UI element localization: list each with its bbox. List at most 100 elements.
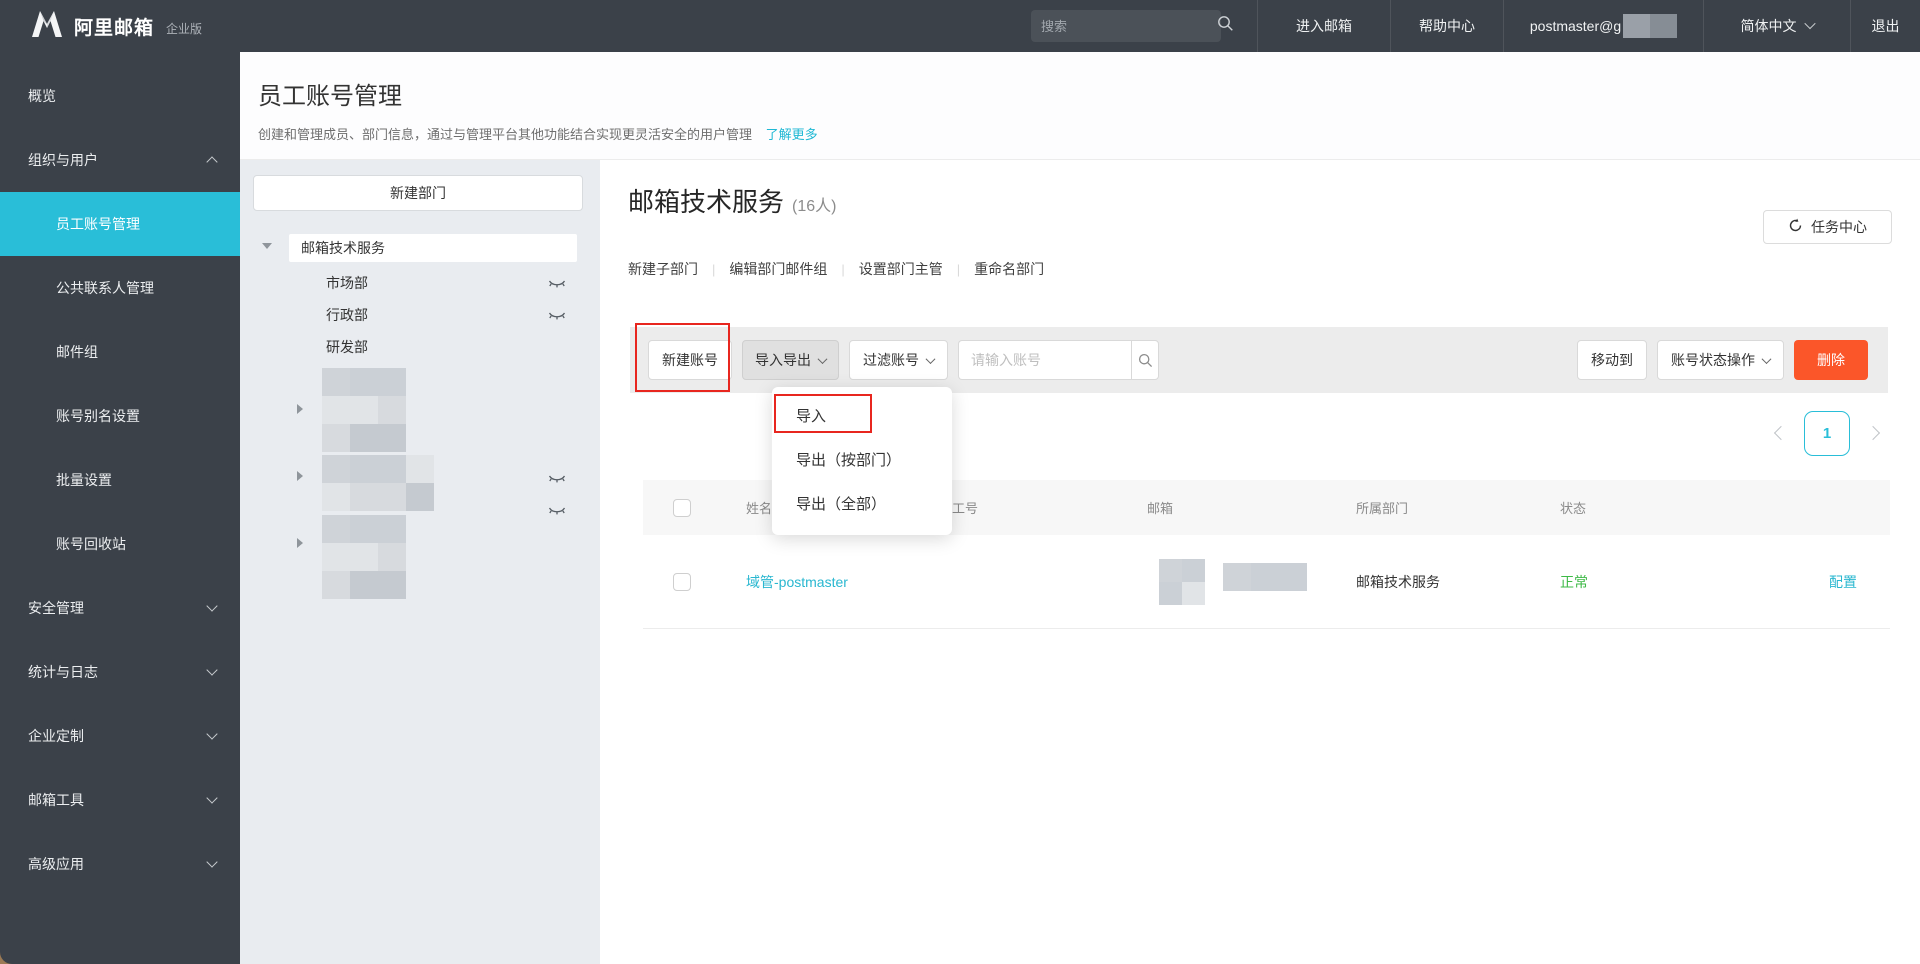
- account-status-ops-button[interactable]: 账号状态操作: [1657, 340, 1784, 380]
- sidebar-item-label: 企业定制: [28, 726, 84, 746]
- sidebar-group-security[interactable]: 安全管理: [0, 576, 240, 640]
- chevron-down-icon: [206, 600, 217, 611]
- hidden-eye-icon: [548, 472, 566, 483]
- sidebar-item-label: 邮箱工具: [28, 790, 84, 810]
- account-search-input[interactable]: [958, 340, 1131, 380]
- tree-collapsed-caret-icon[interactable]: [297, 538, 303, 548]
- chevron-down-icon: [926, 354, 936, 364]
- next-page-icon[interactable]: [1866, 426, 1880, 440]
- new-subdepartment-link[interactable]: 新建子部门: [628, 259, 698, 279]
- row-checkbox[interactable]: [673, 573, 691, 591]
- import-export-button[interactable]: 导入导出: [742, 340, 839, 380]
- new-account-button[interactable]: 新建账号: [648, 340, 732, 380]
- redacted-department-mosaic: [322, 515, 406, 599]
- hidden-eye-icon: [548, 309, 566, 320]
- delete-button[interactable]: 删除: [1794, 340, 1868, 380]
- account-toolbar: 新建账号 导入导出 过滤账号 移动到 账号状态操作: [630, 327, 1888, 393]
- current-page-button[interactable]: 1: [1804, 411, 1850, 456]
- toolbar-right-actions: 移动到 账号状态操作 删除: [1577, 340, 1868, 380]
- previous-page-icon[interactable]: [1774, 426, 1788, 440]
- filter-accounts-button[interactable]: 过滤账号: [849, 340, 948, 380]
- sidebar-group-mail-tools[interactable]: 邮箱工具: [0, 768, 240, 832]
- tree-department-admin[interactable]: 行政部: [326, 305, 368, 325]
- logo-badge: 企业版: [166, 20, 202, 37]
- chevron-down-icon: [206, 792, 217, 803]
- sidebar-item-account-recycle[interactable]: 账号回收站: [0, 512, 240, 576]
- tree-collapsed-caret-icon[interactable]: [297, 404, 303, 414]
- select-all-checkbox[interactable]: [673, 499, 691, 517]
- sidebar-item-label: 批量设置: [56, 470, 112, 490]
- tree-collapsed-caret-icon[interactable]: [297, 471, 303, 481]
- sidebar-item-overview[interactable]: 概览: [0, 64, 240, 128]
- sidebar-item-alias-settings[interactable]: 账号别名设置: [0, 384, 240, 448]
- sidebar-item-label: 统计与日志: [28, 662, 98, 682]
- tree-department-market[interactable]: 市场部: [326, 273, 368, 293]
- chevron-down-icon: [206, 856, 217, 867]
- sidebar: 概览 组织与用户 员工账号管理 公共联系人管理 邮件组 账号别名设置 批量设置 …: [0, 52, 240, 964]
- topbar: 阿里邮箱 企业版 进入邮箱 帮助中心 postmaster@g 简体中文 退出: [0, 0, 1920, 52]
- sidebar-group-enterprise-custom[interactable]: 企业定制: [0, 704, 240, 768]
- sidebar-item-mail-groups[interactable]: 邮件组: [0, 320, 240, 384]
- chevron-down-icon: [818, 354, 828, 364]
- alimail-m-logo-icon: [30, 9, 64, 44]
- page-header: 员工账号管理 创建和管理成员、部门信息，通过与管理平台其他功能结合实现更灵活安全…: [240, 52, 1920, 160]
- language-menu-item[interactable]: 简体中文: [1703, 0, 1850, 52]
- sidebar-group-org-users[interactable]: 组织与用户: [0, 128, 240, 192]
- help-center-menu-item[interactable]: 帮助中心: [1390, 0, 1503, 52]
- sidebar-group-stats-logs[interactable]: 统计与日志: [0, 640, 240, 704]
- dropdown-item-export-all[interactable]: 导出（全部）: [772, 483, 952, 527]
- configure-link[interactable]: 配置: [1829, 574, 1857, 590]
- account-department-cell: 邮箱技术服务: [1356, 572, 1560, 592]
- department-panel: 新建部门 邮箱技术服务 市场部 行政部 研发部: [240, 160, 600, 964]
- tree-root-department[interactable]: 邮箱技术服务: [289, 234, 577, 262]
- divider: |: [957, 262, 960, 277]
- sidebar-item-public-contacts[interactable]: 公共联系人管理: [0, 256, 240, 320]
- sidebar-item-label: 安全管理: [28, 598, 84, 618]
- import-export-dropdown: 导入 导出（按部门） 导出（全部）: [772, 387, 952, 535]
- pagination: 1: [1776, 410, 1878, 456]
- sidebar-item-label: 组织与用户: [28, 150, 98, 170]
- account-label: postmaster@g: [1530, 18, 1621, 34]
- hidden-eye-icon: [548, 504, 566, 515]
- learn-more-link[interactable]: 了解更多: [766, 127, 818, 142]
- sidebar-item-label: 邮件组: [56, 342, 98, 362]
- account-menu-item[interactable]: postmaster@g: [1503, 0, 1703, 52]
- account-name-link[interactable]: 域管-postmaster: [746, 572, 952, 592]
- app-window: 阿里邮箱 企业版 进入邮箱 帮助中心 postmaster@g 简体中文 退出 …: [0, 0, 1920, 964]
- dropdown-item-import[interactable]: 导入: [772, 395, 952, 439]
- new-department-button[interactable]: 新建部门: [253, 175, 583, 211]
- sidebar-item-label: 账号回收站: [56, 534, 126, 554]
- task-center-label: 任务中心: [1811, 217, 1867, 237]
- tree-expand-caret-icon[interactable]: [262, 243, 272, 249]
- account-search: [958, 340, 1159, 380]
- search-icon[interactable]: [1217, 15, 1234, 37]
- tree-department-rnd[interactable]: 研发部: [326, 337, 368, 357]
- account-search-button[interactable]: [1131, 340, 1159, 380]
- refresh-icon: [1788, 218, 1803, 236]
- set-dept-manager-link[interactable]: 设置部门主管: [859, 259, 943, 279]
- chevron-down-icon: [206, 728, 217, 739]
- page-title: 员工账号管理: [258, 76, 1920, 111]
- topbar-search-input[interactable]: [1041, 19, 1217, 34]
- enter-mailbox-menu-item[interactable]: 进入邮箱: [1257, 0, 1390, 52]
- language-label: 简体中文: [1741, 16, 1797, 36]
- column-header-employee-id: 工号: [952, 498, 1147, 517]
- chevron-up-icon: [206, 156, 217, 167]
- department-actions: 新建子部门 | 编辑部门邮件组 | 设置部门主管 | 重命名部门: [628, 259, 1044, 279]
- divider: |: [712, 262, 715, 277]
- dropdown-item-export-by-dept[interactable]: 导出（按部门）: [772, 439, 952, 483]
- sidebar-item-label: 账号别名设置: [56, 406, 140, 426]
- rename-dept-link[interactable]: 重命名部门: [974, 259, 1044, 279]
- sidebar-item-batch-settings[interactable]: 批量设置: [0, 448, 240, 512]
- move-to-button[interactable]: 移动到: [1577, 340, 1647, 380]
- logout-menu-item[interactable]: 退出: [1850, 0, 1920, 52]
- sidebar-group-advanced-apps[interactable]: 高级应用: [0, 832, 240, 896]
- sidebar-item-employee-accounts[interactable]: 员工账号管理: [0, 192, 240, 256]
- logo: 阿里邮箱 企业版: [30, 9, 202, 44]
- import-export-label: 导入导出: [755, 350, 811, 370]
- topbar-search-box[interactable]: [1031, 10, 1221, 42]
- edit-dept-mailgroup-link[interactable]: 编辑部门邮件组: [729, 259, 827, 279]
- page-description-text: 创建和管理成员、部门信息，通过与管理平台其他功能结合实现更灵活安全的用户管理: [258, 127, 752, 142]
- task-center-button[interactable]: 任务中心: [1763, 210, 1892, 244]
- hidden-eye-icon: [548, 277, 566, 288]
